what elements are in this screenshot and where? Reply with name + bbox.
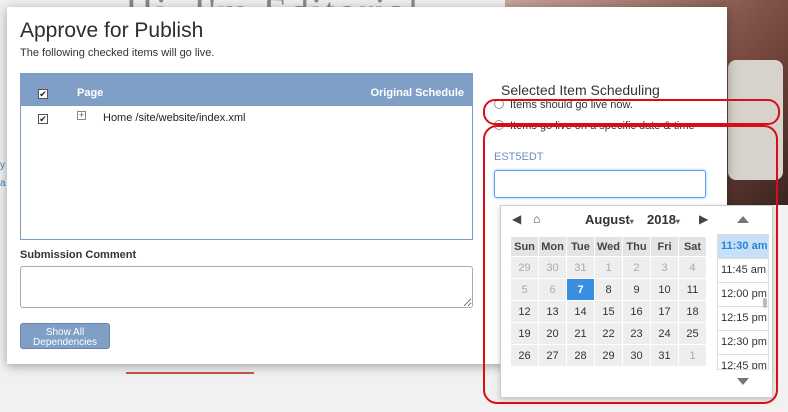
year-select[interactable]: 2018▾: [647, 212, 680, 227]
background-divider: [126, 372, 254, 374]
weekday-header: Mon: [538, 236, 567, 257]
calendar-day-selected[interactable]: 7: [566, 278, 595, 301]
weekday-header: Wed: [594, 236, 623, 257]
calendar-day[interactable]: 30: [622, 344, 651, 367]
home-icon[interactable]: ⌂: [533, 212, 540, 226]
calendar-week: 26 27 28 29 30 31 1: [510, 344, 707, 367]
calendar-day[interactable]: 4: [678, 256, 707, 279]
weekday-header: Thu: [622, 236, 651, 257]
go-live-now-option[interactable]: Items should go live now.: [494, 99, 633, 111]
time-option-selected[interactable]: 11:30 am: [718, 235, 768, 259]
expand-icon[interactable]: +: [77, 111, 86, 120]
calendar-day[interactable]: 31: [566, 256, 595, 279]
dialog-subtitle: The following checked items will go live…: [20, 47, 215, 59]
calendar-day[interactable]: 1: [594, 256, 623, 279]
time-list: 11:30 am 11:45 am 12:00 pm 12:15 pm 12:3…: [717, 234, 769, 370]
calendar-day[interactable]: 21: [566, 322, 595, 345]
calendar-day[interactable]: 24: [650, 322, 679, 345]
calendar-day[interactable]: 30: [538, 256, 567, 279]
weekday-row: Sun Mon Tue Wed Thu Fri Sat: [510, 236, 707, 257]
background-side-text: y: [0, 160, 5, 171]
go-live-date-label: Items go live on a specific date & time: [510, 120, 695, 132]
time-scroll-down-icon[interactable]: [737, 378, 749, 385]
comment-label: Submission Comment: [20, 249, 137, 261]
go-live-now-radio[interactable]: [494, 99, 504, 110]
show-dependencies-button[interactable]: Show All Dependencies: [20, 323, 110, 349]
calendar-day[interactable]: 13: [538, 300, 567, 323]
calendar-grid: Sun Mon Tue Wed Thu Fri Sat 29 30 31 1 2…: [510, 236, 707, 367]
calendar-day[interactable]: 20: [538, 322, 567, 345]
date-time-input[interactable]: [494, 170, 706, 198]
calendar-day[interactable]: 29: [594, 344, 623, 367]
calendar-day[interactable]: 26: [510, 344, 539, 367]
weekday-header: Tue: [566, 236, 595, 257]
month-select[interactable]: August▾: [585, 212, 634, 227]
calendar-day[interactable]: 11: [678, 278, 707, 301]
weekday-header: Sat: [678, 236, 707, 257]
items-table: ✔ Page Original Schedule ✔ + Home /site/…: [20, 73, 473, 240]
calendar-day[interactable]: 14: [566, 300, 595, 323]
date-time-picker: ◀ ⌂ August▾ 2018▾ ▶ Sun Mon Tue Wed Thu …: [500, 205, 773, 398]
time-option[interactable]: 12:30 pm: [718, 331, 768, 355]
go-live-now-label: Items should go live now.: [510, 99, 633, 111]
calendar-day[interactable]: 29: [510, 256, 539, 279]
calendar-day[interactable]: 9: [622, 278, 651, 301]
table-header: ✔ Page Original Schedule: [21, 74, 472, 106]
next-month-icon[interactable]: ▶: [699, 212, 708, 226]
time-option[interactable]: 11:45 am: [718, 259, 768, 283]
year-label: 2018: [647, 212, 676, 227]
background-side-text: a: [0, 178, 6, 189]
item-path: Home /site/website/index.xml: [103, 112, 246, 124]
timezone-label: EST5EDT: [494, 151, 544, 163]
chevron-down-icon: ▾: [629, 217, 634, 226]
calendar-day[interactable]: 2: [622, 256, 651, 279]
time-option[interactable]: 12:45 pm: [718, 355, 768, 369]
time-option[interactable]: 12:15 pm: [718, 307, 768, 331]
calendar-week: 5 6 7 8 9 10 11: [510, 278, 707, 301]
calendar-day[interactable]: 15: [594, 300, 623, 323]
calendar-day[interactable]: 22: [594, 322, 623, 345]
calendar-day[interactable]: 23: [622, 322, 651, 345]
select-all-checkbox[interactable]: ✔: [38, 89, 48, 99]
column-header-page: Page: [77, 87, 104, 99]
calendar-day[interactable]: 12: [510, 300, 539, 323]
calendar-day[interactable]: 25: [678, 322, 707, 345]
table-row: ✔ + Home /site/website/index.xml: [21, 106, 472, 128]
calendar-day[interactable]: 10: [650, 278, 679, 301]
go-live-date-radio[interactable]: [494, 120, 504, 131]
calendar-day[interactable]: 8: [594, 278, 623, 301]
calendar-week: 19 20 21 22 23 24 25: [510, 322, 707, 345]
calendar-day[interactable]: 19: [510, 322, 539, 345]
calendar-day[interactable]: 16: [622, 300, 651, 323]
calendar-week: 29 30 31 1 2 3 4: [510, 256, 707, 279]
comment-input[interactable]: [20, 266, 473, 308]
weekday-header: Fri: [650, 236, 679, 257]
calendar-day[interactable]: 6: [538, 278, 567, 301]
calendar-day[interactable]: 1: [678, 344, 707, 367]
time-option[interactable]: 12:00 pm: [718, 283, 768, 307]
previous-month-icon[interactable]: ◀: [512, 212, 521, 226]
time-scrollbar[interactable]: [763, 298, 767, 308]
calendar-day[interactable]: 18: [678, 300, 707, 323]
go-live-date-option[interactable]: Items go live on a specific date & time: [494, 120, 695, 132]
item-checkbox[interactable]: ✔: [38, 114, 48, 124]
month-label: August: [585, 212, 630, 227]
calendar-day[interactable]: 31: [650, 344, 679, 367]
calendar-week: 12 13 14 15 16 17 18: [510, 300, 707, 323]
column-header-schedule: Original Schedule: [370, 87, 464, 99]
calendar-day[interactable]: 27: [538, 344, 567, 367]
calendar-day[interactable]: 5: [510, 278, 539, 301]
chevron-down-icon: ▾: [675, 217, 680, 226]
time-scroll-up-icon[interactable]: [737, 216, 749, 223]
dialog-title: Approve for Publish: [20, 19, 204, 42]
scheduling-title: Selected Item Scheduling: [501, 82, 660, 98]
weekday-header: Sun: [510, 236, 539, 257]
calendar-day[interactable]: 17: [650, 300, 679, 323]
calendar-day[interactable]: 3: [650, 256, 679, 279]
calendar-day[interactable]: 28: [566, 344, 595, 367]
